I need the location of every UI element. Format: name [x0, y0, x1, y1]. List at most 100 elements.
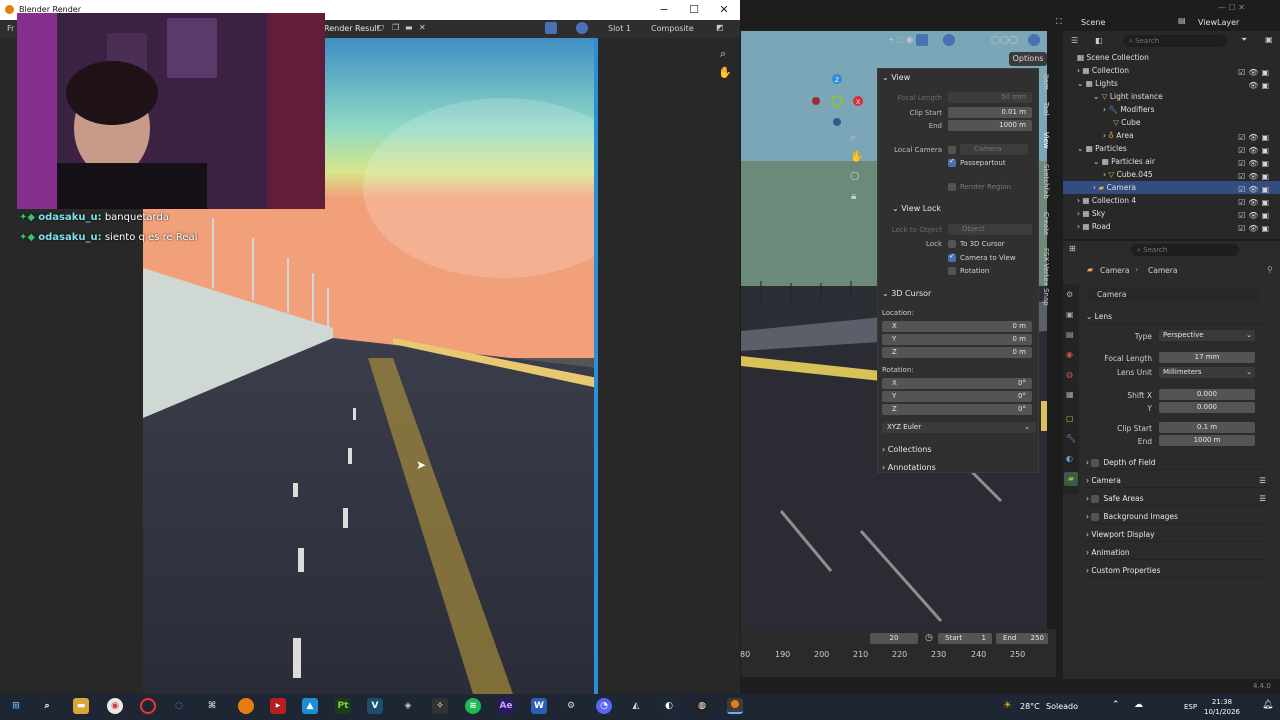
output-tab-icon[interactable]: ▤	[1066, 330, 1074, 339]
filter-icon[interactable]: ⏷	[1241, 35, 1247, 45]
display-mode-icon[interactable]: ◧	[1095, 36, 1103, 45]
tab-sketchfab[interactable]: Sketchfab	[1042, 164, 1050, 199]
shift-x-field[interactable]: 0.000	[1159, 389, 1255, 400]
copy-icon[interactable]: ❐	[392, 23, 399, 32]
camera-datablock-field[interactable]: Camera	[1087, 288, 1259, 301]
new-collection-icon[interactable]: ▣	[1265, 35, 1273, 44]
outliner-row[interactable]: › ▦ Sky ☑👁︎▣	[1063, 207, 1280, 220]
rotation-lock-row[interactable]: Rotation	[948, 267, 989, 275]
outliner-row-selected[interactable]: › ▰ Camera ☑👁︎▣	[1063, 181, 1280, 194]
unreal-icon[interactable]: ✧	[432, 698, 448, 714]
discord-icon[interactable]: ◔	[596, 698, 612, 714]
rendered-shading-icon[interactable]	[1028, 34, 1040, 46]
lock-camera-icon[interactable]: 🔒︎	[851, 191, 856, 202]
tab-item[interactable]: Item	[1042, 74, 1050, 90]
camera-view-icon[interactable]: ⎔	[850, 170, 860, 183]
safe-areas-panel[interactable]: › Safe Areas ☰	[1086, 492, 1266, 506]
depth-of-field-checkbox[interactable]	[1091, 459, 1100, 467]
options-button[interactable]: Options	[1009, 52, 1047, 66]
to-3d-cursor-checkbox[interactable]	[948, 240, 956, 248]
rotation-lock-checkbox[interactable]	[948, 267, 956, 275]
cursor-rotation-z[interactable]: Z 0°	[882, 404, 1032, 415]
safe-areas-checkbox[interactable]	[1091, 495, 1100, 503]
outliner-row[interactable]: › ▦ Collection ☑👁︎▣	[1063, 64, 1280, 77]
blender-icon[interactable]	[238, 698, 254, 714]
3d-cursor-header[interactable]: ⌄ 3D Cursor	[882, 289, 931, 298]
passepartout-row[interactable]: Passepartout	[948, 159, 1006, 167]
outliner-row[interactable]: ▽ Cube	[1063, 116, 1280, 129]
outliner-search-input[interactable]: ⌕ Search	[1123, 35, 1227, 47]
window-controls-icon[interactable]: — ☐ ✕	[1218, 3, 1245, 12]
lens-unit-dropdown[interactable]: Millimeters ⌄	[1159, 367, 1255, 378]
app-icon[interactable]: ⌘	[204, 698, 220, 714]
custom-properties-panel[interactable]: › Custom Properties	[1086, 564, 1266, 578]
breadcrumb-data[interactable]: Camera	[1148, 266, 1177, 275]
outliner-row[interactable]: › ▦ Collection 4 ☑👁︎▣	[1063, 194, 1280, 207]
file-explorer-icon[interactable]: ▬	[73, 698, 89, 714]
outliner-editor-icon[interactable]: ☰	[1071, 36, 1078, 45]
v-app-icon[interactable]: V	[367, 698, 383, 714]
outliner-row[interactable]: ⌄ ▽ Light instance	[1063, 90, 1280, 103]
language-indicator[interactable]: ESP	[1184, 703, 1197, 711]
outliner-row[interactable]: ▦ Scene Collection	[1063, 51, 1280, 64]
clip-start-field[interactable]: 0.01 m	[948, 107, 1032, 118]
local-camera-field[interactable]: Camera	[960, 144, 1028, 155]
word-icon[interactable]: W	[531, 698, 547, 714]
render-tab-icon[interactable]: ▣	[1066, 310, 1074, 319]
background-images-checkbox[interactable]	[1091, 513, 1100, 521]
spotify-icon[interactable]: ≋	[465, 698, 481, 714]
fake-user-icon[interactable]: ⛉	[378, 24, 384, 34]
settings-icon[interactable]: ⚙	[563, 698, 579, 714]
folder-icon[interactable]: ▬	[405, 23, 413, 32]
render-region-checkbox[interactable]	[948, 183, 956, 191]
pan-hand-icon[interactable]: ✋	[718, 66, 732, 79]
weather-temp[interactable]: 28°C	[1020, 702, 1040, 711]
list-icon[interactable]: ☰	[1259, 492, 1266, 506]
clip-end-field[interactable]: 1000 m	[948, 120, 1032, 131]
zoom-view-icon[interactable]: ⌕	[850, 131, 856, 145]
display-channels-icon[interactable]: ◩	[716, 23, 724, 32]
slot-selector[interactable]: Slot 1	[608, 24, 631, 33]
render-result-selector[interactable]: Render Result	[324, 24, 380, 33]
viewport-display-panel[interactable]: › Viewport Display	[1086, 528, 1266, 542]
start-menu-icon[interactable]: ⊞	[8, 698, 24, 714]
visibility-icons[interactable]: ☑👁︎▣	[1238, 222, 1272, 235]
painter-icon[interactable]: Pt	[335, 698, 351, 714]
rotation-mode-dropdown[interactable]: XYZ Euler ⌄	[882, 422, 1036, 433]
shading-modes-icon[interactable]: ◯◯◯	[991, 35, 1018, 44]
chrome-icon[interactable]: ◉	[107, 698, 123, 714]
animation-panel[interactable]: › Animation	[1086, 546, 1266, 560]
tab-fsx-vertex-snap[interactable]: FSX Vertex Snap	[1042, 248, 1050, 306]
tool-tab-icon[interactable]: ⚙	[1066, 290, 1073, 299]
gizmo-icon[interactable]	[916, 34, 928, 46]
local-camera-checkbox[interactable]	[948, 145, 956, 154]
viewlayer-selector[interactable]: ViewLayer	[1198, 18, 1239, 27]
focal-length-field[interactable]: 50 mm	[948, 92, 1032, 103]
tray-chevron-icon[interactable]: ⌃	[1112, 700, 1120, 710]
to-3d-cursor-row[interactable]: To 3D Cursor	[948, 240, 1005, 248]
clip-end-field[interactable]: 1000 m	[1159, 435, 1255, 446]
focal-length-field[interactable]: 17 mm	[1159, 352, 1255, 363]
collection-tab-icon[interactable]: ▦	[1066, 390, 1074, 399]
view-layer-selector[interactable]: Composite	[651, 24, 694, 33]
lens-type-dropdown[interactable]: Perspective ⌄	[1159, 330, 1255, 341]
menu-stub[interactable]: Fr	[7, 24, 14, 33]
physics-tab-icon[interactable]: ◐	[1066, 454, 1073, 463]
obs-icon[interactable]: ◍	[694, 698, 710, 714]
outliner-row[interactable]: › ♁ Area ☑👁︎▣	[1063, 129, 1280, 142]
photos-icon[interactable]: ▲	[302, 698, 318, 714]
tab-create[interactable]: Create	[1042, 212, 1050, 235]
gizmo-toggle-icon[interactable]	[545, 22, 557, 34]
outliner-row[interactable]: ⌄ ▦ Particles ☑👁︎▣	[1063, 142, 1280, 155]
view-panel-header[interactable]: ⌄ View	[882, 73, 910, 82]
view-lock-header[interactable]: ⌄ View Lock	[892, 204, 941, 213]
scene-selector[interactable]: Scene	[1081, 18, 1105, 27]
outliner-row[interactable]: ⌄ ▦ Lights 👁︎▣	[1063, 77, 1280, 90]
collections-header[interactable]: › Collections	[882, 445, 932, 454]
current-frame-field[interactable]: 20	[870, 633, 918, 644]
outliner-row[interactable]: ⌄ ▦ Particles air ☑👁︎▣	[1063, 155, 1280, 168]
taskbar-clock[interactable]: 21:38 10/1/2026	[1204, 697, 1240, 717]
app-icon-2[interactable]: ◭	[628, 698, 644, 714]
camera-to-view-row[interactable]: Camera to View	[948, 254, 1016, 262]
properties-editor-icon[interactable]: ⊞	[1069, 244, 1076, 253]
